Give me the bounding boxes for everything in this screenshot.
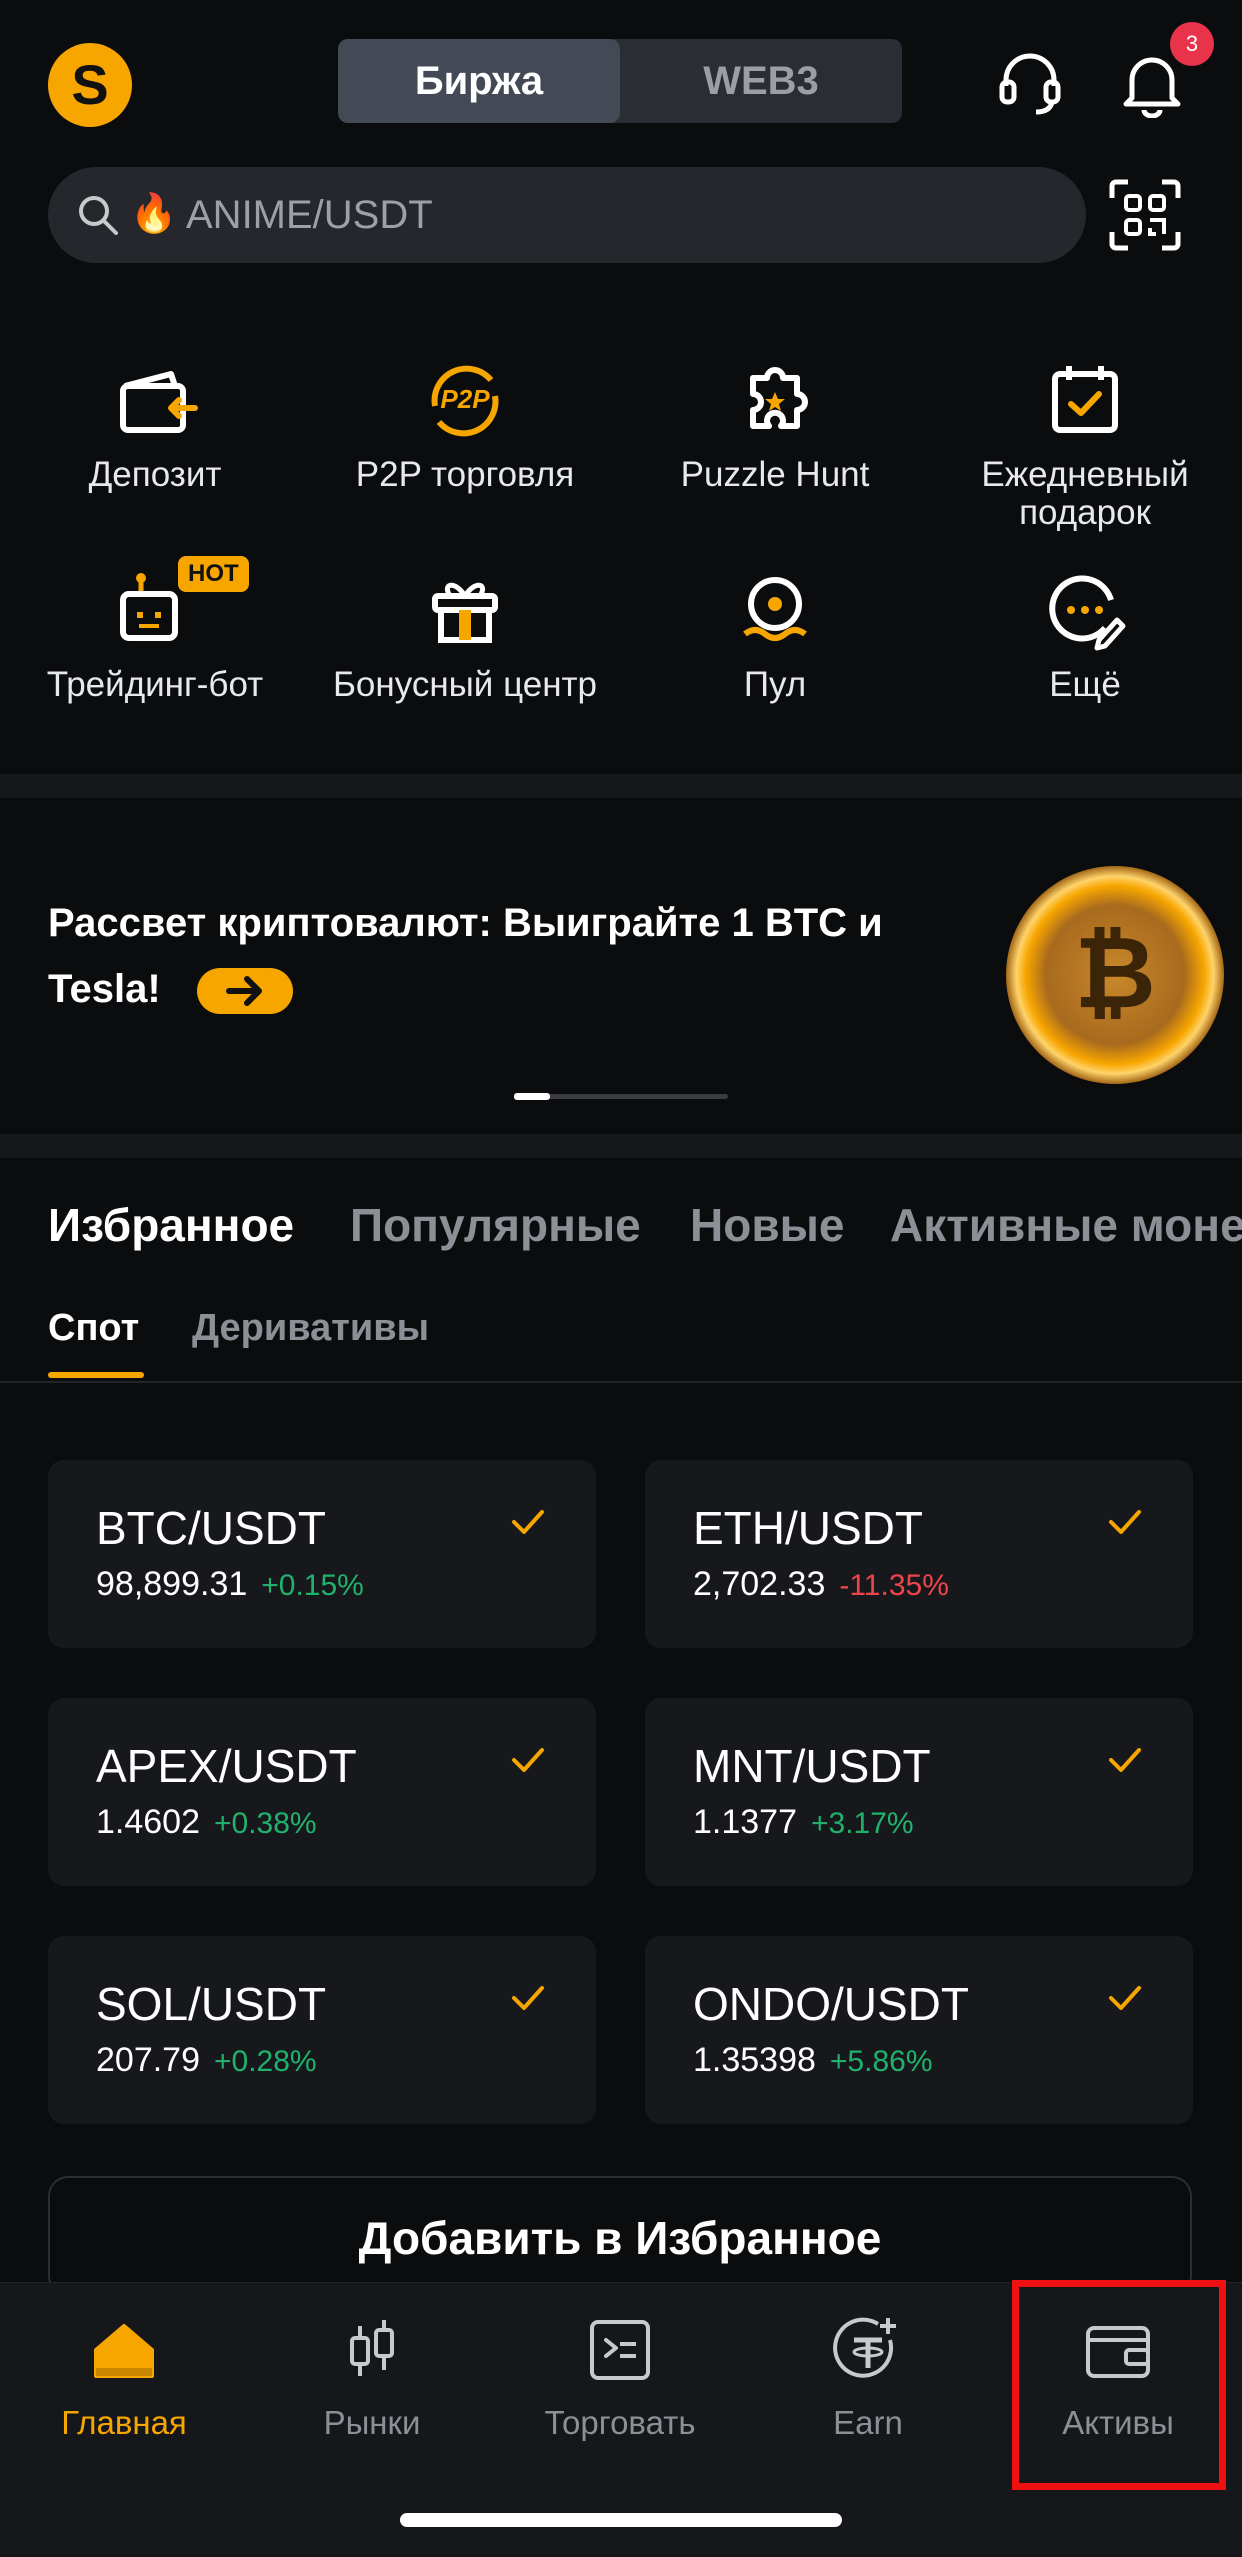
tab-new[interactable]: Новые	[690, 1195, 844, 1255]
quick-deposit[interactable]: Депозит	[0, 350, 310, 494]
subtab-derivatives[interactable]: Деривативы	[192, 1302, 429, 1354]
terminal-icon	[590, 2320, 650, 2380]
arrow-right-icon	[225, 976, 262, 1007]
carousel-indicator-active	[514, 1093, 550, 1100]
subtab-spot[interactable]: Спот	[48, 1302, 139, 1354]
favorite-card[interactable]: ETH/USDT 2,702.33 -11.35%	[645, 1460, 1193, 1648]
active-tab-underline	[48, 1372, 144, 1378]
checkmark-icon[interactable]	[508, 1740, 548, 1780]
pair-price: 1.1377	[693, 1803, 797, 1841]
svg-text:P2P: P2P	[440, 384, 490, 414]
pair-name: ONDO/USDT	[693, 1978, 969, 2030]
nav-label: Главная	[61, 2404, 187, 2441]
home-icon	[94, 2324, 154, 2378]
tab-exchange[interactable]: Биржа	[338, 39, 620, 123]
quick-label: Депозит	[88, 455, 222, 494]
nav-home[interactable]: Главная	[0, 2300, 248, 2442]
favorite-card[interactable]: APEX/USDT 1.4602 +0.38%	[48, 1698, 596, 1886]
pair-price: 98,899.31	[96, 1565, 248, 1603]
bitcoin-coin-image: ₿	[1006, 866, 1224, 1084]
quick-puzzle-hunt[interactable]: Puzzle Hunt	[620, 350, 930, 494]
quick-label: Бонусный центр	[332, 665, 598, 704]
notification-badge: 3	[1170, 22, 1214, 66]
search-input[interactable]: 🔥 ANIME/USDT	[48, 167, 1086, 263]
support-headset-icon[interactable]	[994, 46, 1066, 118]
tab-favorites[interactable]: Избранное	[48, 1195, 294, 1255]
pair-price: 207.79	[96, 2041, 200, 2079]
scan-qr-icon[interactable]	[1108, 178, 1182, 252]
nav-label: Earn	[833, 2404, 903, 2441]
search-placeholder: ANIME/USDT	[186, 193, 433, 237]
pair-change: +0.38%	[214, 1807, 317, 1840]
pair-change: +0.15%	[261, 1569, 364, 1602]
p2p-icon: P2P	[431, 365, 499, 437]
fire-icon: 🔥	[130, 193, 178, 235]
nav-label: Рынки	[323, 2404, 421, 2441]
pair-change: +0.28%	[214, 2045, 317, 2078]
nav-markets[interactable]: Рынки	[248, 2300, 496, 2442]
pair-name: ETH/USDT	[693, 1502, 923, 1554]
pair-price: 1.4602	[96, 1803, 200, 1841]
tether-plus-icon	[833, 2317, 896, 2378]
tab-popular[interactable]: Популярные	[350, 1195, 641, 1255]
home-indicator	[400, 2513, 842, 2527]
pair-change: +3.17%	[811, 1807, 914, 1840]
more-icon	[1049, 575, 1126, 651]
banner-arrow-button[interactable]	[196, 968, 293, 1015]
quick-p2p[interactable]: P2P P2P торговля	[310, 350, 620, 494]
tab-divider	[0, 1381, 1242, 1383]
pair-name: BTC/USDT	[96, 1502, 326, 1554]
pair-name: APEX/USDT	[96, 1740, 357, 1792]
quick-pool[interactable]: Пул	[620, 560, 930, 704]
candles-icon	[350, 2320, 394, 2376]
favorite-card[interactable]: MNT/USDT 1.1377 +3.17%	[645, 1698, 1193, 1886]
quick-label: Puzzle Hunt	[680, 455, 870, 494]
checkmark-icon[interactable]	[508, 1502, 548, 1542]
pair-name: MNT/USDT	[693, 1740, 931, 1792]
checkmark-icon[interactable]	[1105, 1978, 1145, 2018]
tab-active-coins[interactable]: Активные моне	[890, 1195, 1242, 1255]
pair-name: SOL/USDT	[96, 1978, 327, 2030]
checkmark-icon[interactable]	[508, 1978, 548, 2018]
add-to-favorites-button[interactable]: Добавить в Избранное	[48, 2176, 1192, 2296]
checkmark-icon[interactable]	[1105, 1502, 1145, 1542]
nav-trade[interactable]: Торговать	[496, 2300, 744, 2442]
deposit-icon	[120, 371, 198, 433]
bitcoin-symbol: ₿	[1074, 917, 1156, 1029]
favorite-card[interactable]: SOL/USDT 207.79 +0.28%	[48, 1936, 596, 2124]
user-avatar[interactable]: S	[48, 43, 132, 127]
section-divider	[0, 1134, 1242, 1158]
quick-label: Трейдинг-бот	[46, 665, 264, 704]
pair-change: -11.35%	[839, 1569, 949, 1602]
section-divider	[0, 774, 1242, 798]
pair-change: +5.86%	[829, 2045, 933, 2078]
checkmark-icon[interactable]	[1105, 1740, 1145, 1780]
quick-daily-gift[interactable]: Ежедневный подарок	[930, 350, 1240, 532]
favorite-card[interactable]: ONDO/USDT 1.35398 +5.86%	[645, 1936, 1193, 2124]
quick-label: Ещё	[1049, 665, 1121, 704]
nav-earn[interactable]: Earn	[744, 2300, 992, 2442]
favorite-card[interactable]: BTC/USDT 98,899.31 +0.15%	[48, 1460, 596, 1648]
pair-price: 2,702.33	[693, 1565, 826, 1603]
pair-price: 1.35398	[693, 2041, 816, 2079]
quick-label: Ежедневный подарок	[981, 455, 1189, 532]
nav-label: Торговать	[544, 2404, 696, 2441]
pool-icon	[743, 577, 807, 641]
tab-web3[interactable]: WEB3	[620, 39, 902, 123]
quick-bonus-center[interactable]: Бонусный центр	[310, 560, 620, 704]
banner-title: Рассвет криптовалют: Выиграйте 1 BTC и T…	[48, 901, 883, 1011]
quick-more[interactable]: Ещё	[930, 560, 1240, 704]
promo-banner[interactable]: Рассвет криптовалют: Выиграйте 1 BTC и T…	[48, 890, 948, 1022]
calendar-check-icon	[1052, 366, 1118, 433]
hot-badge: HOT	[178, 556, 249, 592]
highlight-box	[1012, 2280, 1226, 2490]
quick-label: P2P торговля	[355, 455, 575, 494]
quick-label: Пул	[743, 665, 807, 704]
puzzle-icon	[750, 367, 808, 429]
quick-trading-bot[interactable]: Трейдинг-бот	[0, 560, 310, 704]
gift-icon	[432, 582, 498, 643]
exchange-web3-toggle: Биржа WEB3	[338, 39, 902, 123]
search-icon	[79, 196, 118, 235]
